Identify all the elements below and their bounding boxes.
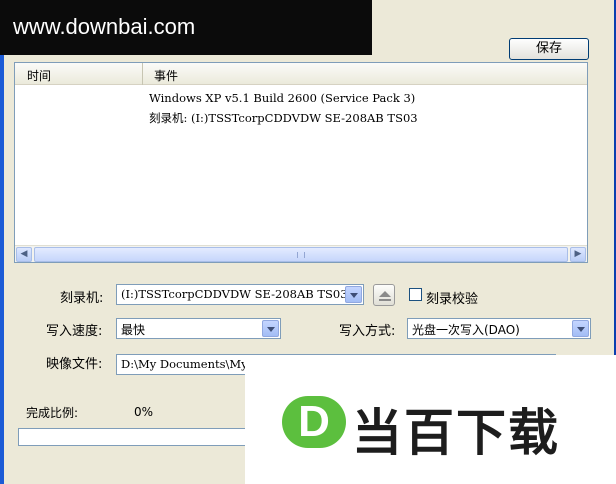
write-mode-select[interactable]: 光盘一次写入(DAO) (407, 318, 591, 339)
speed-label: 写入速度: (46, 324, 103, 339)
recorder-select-value: (I:)TSSTcorpCDDVDW SE-208AB TS03 (121, 287, 348, 301)
speed-select[interactable]: 最快 (116, 318, 281, 339)
horizontal-scrollbar[interactable]: ◀ ▶ (15, 245, 587, 262)
progress-bar (18, 428, 268, 446)
grip-icon (297, 252, 305, 258)
scrollbar-thumb[interactable] (34, 247, 568, 262)
speed-select-value: 最快 (121, 323, 146, 337)
log-row-event[interactable]: Windows XP v5.1 Build 2600 (Service Pack… (149, 91, 415, 105)
window-left-border (0, 0, 4, 484)
eject-icon (379, 291, 391, 301)
watermark-url: www.downbai.com (0, 0, 372, 55)
brand-logo-icon: D (282, 396, 346, 448)
progress-label: 完成比例: (26, 406, 79, 420)
write-mode-label: 写入方式: (339, 324, 396, 339)
chevron-down-icon[interactable] (262, 320, 279, 337)
recorder-select[interactable]: (I:)TSSTcorpCDDVDW SE-208AB TS03 (116, 284, 364, 305)
eject-button[interactable] (373, 284, 395, 306)
image-file-value: D:\My Documents\My (121, 357, 248, 371)
verify-label[interactable]: 刻录校验 (426, 288, 478, 307)
verify-checkbox[interactable] (409, 288, 422, 301)
arrow-left-icon[interactable]: ◀ (16, 247, 32, 262)
progress-value: 0% (134, 405, 154, 419)
watermark-brand: 当百下载 (352, 404, 560, 462)
log-row-event[interactable]: 刻录机: (I:)TSSTcorpCDDVDW SE-208AB TS03 (149, 110, 418, 126)
log-header: 时间 事件 (15, 63, 587, 85)
write-mode-select-value: 光盘一次写入(DAO) (412, 323, 520, 337)
recorder-label: 刻录机: (60, 291, 104, 306)
chevron-down-icon[interactable] (345, 286, 362, 303)
watermark-overlay: D 当百下载 (245, 355, 616, 484)
arrow-right-icon[interactable]: ▶ (570, 247, 586, 262)
save-button[interactable]: 保存 (509, 38, 589, 60)
image-file-label: 映像文件: (46, 357, 103, 372)
event-log-list[interactable]: 时间 事件 Windows XP v5.1 Build 2600 (Servic… (14, 62, 588, 263)
chevron-down-icon[interactable] (572, 320, 589, 337)
column-header-time[interactable]: 时间 (15, 63, 143, 85)
column-header-event[interactable]: 事件 (144, 63, 178, 85)
